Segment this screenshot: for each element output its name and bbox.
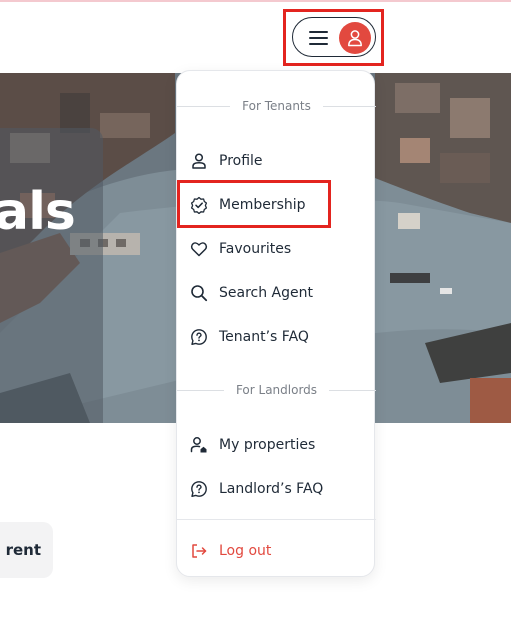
question-icon — [189, 479, 209, 499]
menu-item-search-agent[interactable]: Search Agent — [187, 278, 367, 308]
landlords-heading: For Landlords — [235, 383, 318, 397]
top-border — [0, 0, 511, 2]
hero-overlay-panel — [0, 128, 103, 423]
heart-icon — [189, 239, 209, 259]
landlords-section-header: For Landlords — [177, 381, 376, 399]
menu-item-label: Search Agent — [219, 285, 313, 301]
menu-item-profile[interactable]: Profile — [187, 146, 367, 176]
tenants-section-header: For Tenants — [177, 97, 377, 115]
menu-item-label: Membership — [219, 197, 306, 213]
menu-item-label: Log out — [219, 543, 272, 559]
question-icon — [189, 327, 209, 347]
menu-item-my-properties[interactable]: My properties — [187, 430, 367, 460]
menu-item-landlord-faq[interactable]: Landlord’s FAQ — [187, 474, 367, 504]
user-dropdown-menu: For Tenants Profile Membership Favourite… — [176, 70, 377, 577]
menu-divider — [177, 519, 376, 520]
tenants-heading: For Tenants — [242, 99, 311, 113]
logout-icon — [189, 541, 209, 561]
hamburger-icon — [309, 31, 328, 45]
menu-item-favourites[interactable]: Favourites — [187, 234, 367, 264]
avatar[interactable] — [339, 22, 371, 54]
rent-button[interactable]: o rent — [0, 522, 53, 578]
menu-item-tenant-faq[interactable]: Tenant’s FAQ — [187, 322, 367, 352]
rent-button-label: o rent — [0, 541, 41, 559]
menu-toggle-button[interactable] — [292, 17, 376, 57]
user-home-icon — [189, 435, 209, 455]
menu-item-label: Landlord’s FAQ — [219, 481, 324, 497]
menu-item-label: Tenant’s FAQ — [219, 329, 309, 345]
user-icon — [189, 151, 209, 171]
menu-item-label: My properties — [219, 437, 316, 453]
menu-item-label: Profile — [219, 153, 263, 169]
badge-check-icon — [189, 195, 209, 215]
user-icon — [348, 30, 362, 47]
menu-item-logout[interactable]: Log out — [187, 536, 367, 566]
hero-heading: als — [0, 182, 76, 242]
menu-item-membership[interactable]: Membership — [187, 190, 367, 220]
menu-item-label: Favourites — [219, 241, 292, 257]
search-icon — [189, 283, 209, 303]
